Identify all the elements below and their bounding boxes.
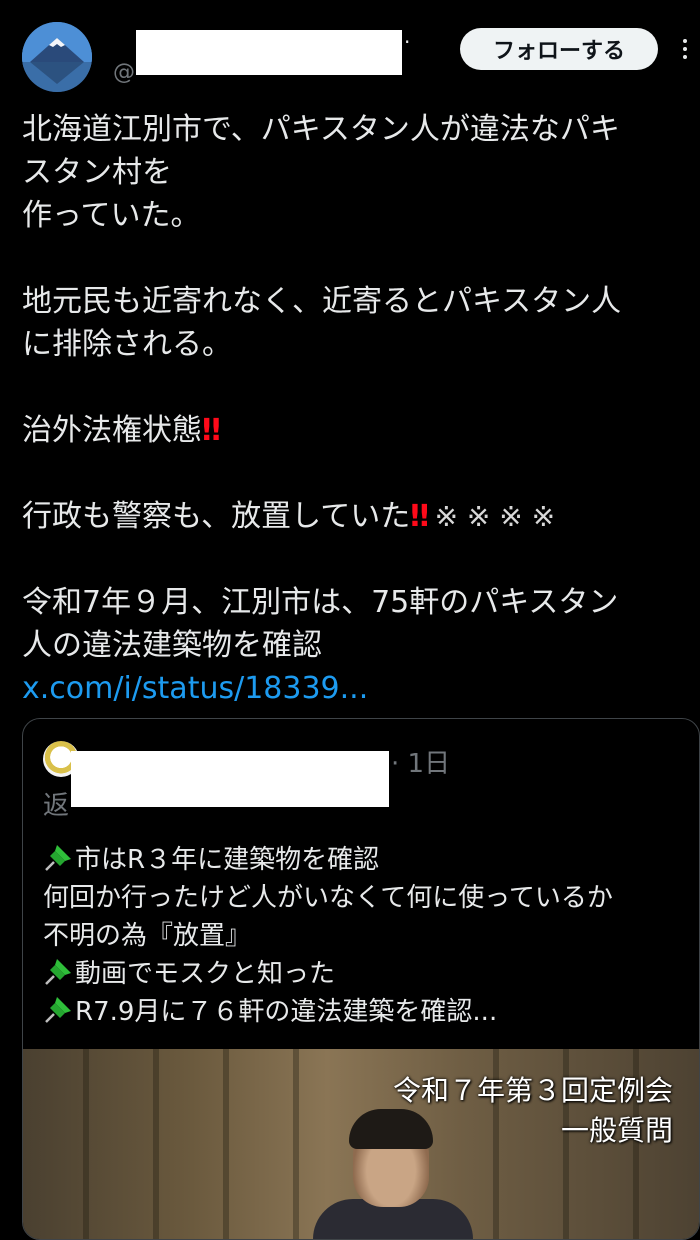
- quoted-line: 何回か行ったけど人がいなくて何に使っているか: [43, 883, 613, 913]
- pushpin-icon: [45, 845, 71, 871]
- status-link[interactable]: x.com/i/status/18339...: [22, 667, 686, 710]
- author-name-redacted: [136, 30, 402, 75]
- quoted-line: 不明の為『放置』: [43, 921, 252, 951]
- post-line: 治外法権状態‼: [22, 409, 686, 452]
- post-line: 作っていた。: [22, 198, 201, 233]
- quoted-post[interactable]: · 1日 返 市はR３年に建築物を確認 何回か行ったけど人がいなくて何に使ってい…: [22, 718, 700, 1240]
- post-line-text: 行政も警察も、放置していた: [22, 499, 411, 534]
- quoted-line: 市はR３年に建築物を確認: [43, 841, 683, 879]
- post-line: スタン村を: [22, 155, 172, 190]
- pushpin-icon: [45, 959, 71, 985]
- post-line-text: 治外法権状態: [22, 413, 202, 448]
- post-text: 北海道江別市で、パキスタン人が違法なパキ スタン村を 作っていた。 地元民も近寄…: [22, 108, 686, 710]
- quoted-line: 動画でモスクと知った: [43, 955, 683, 993]
- separator-dot: ·: [404, 30, 411, 54]
- quoted-line-text: 市はR３年に建築物を確認: [75, 845, 380, 875]
- video-caption-line: 一般質問: [560, 1114, 673, 1147]
- author-handle[interactable]: @: [113, 60, 135, 85]
- post-line: に排除される。: [22, 327, 232, 362]
- double-exclamation-icon: ‼: [202, 413, 221, 448]
- quoted-line-text: 動画でモスクと知った: [75, 959, 336, 989]
- quoted-line: R7.9月に７６軒の違法建築を確認...: [43, 993, 683, 1031]
- quoted-author-redacted: [71, 751, 389, 807]
- reference-mark-icons: ※ ※ ※ ※: [434, 500, 556, 533]
- post-line: 令和7年９月、江別市は、75軒のパキスタン: [22, 585, 619, 620]
- follow-button[interactable]: フォローする: [460, 28, 658, 70]
- video-caption: 令和７年第３回定例会 一般質問: [393, 1071, 673, 1151]
- post-line: 人の違法建築物を確認: [22, 628, 322, 663]
- author-avatar[interactable]: [22, 22, 92, 92]
- quoted-text: 市はR３年に建築物を確認 何回か行ったけど人がいなくて何に使っているか 不明の為…: [43, 841, 683, 1031]
- video-caption-line: 令和７年第３回定例会: [392, 1074, 673, 1107]
- quoted-timestamp: · 1日: [391, 749, 451, 779]
- post-line: 行政も警察も、放置していた‼ ※ ※ ※ ※: [22, 495, 686, 538]
- more-options-icon[interactable]: [676, 36, 694, 66]
- quoted-line-text: R7.9月に７６軒の違法建築を確認...: [75, 997, 498, 1027]
- post-header: · @ フォローする: [0, 0, 700, 100]
- mount-fuji-avatar-icon: [22, 22, 92, 92]
- pushpin-icon: [45, 997, 71, 1023]
- video-thumbnail[interactable]: 令和７年第３回定例会 一般質問: [23, 1049, 699, 1239]
- quoted-reply-label: 返: [43, 791, 70, 821]
- post-line: 地元民も近寄れなく、近寄るとパキスタン人: [22, 284, 622, 319]
- post-line: 北海道江別市で、パキスタン人が違法なパキ: [22, 112, 620, 147]
- double-exclamation-icon: ‼: [410, 499, 429, 534]
